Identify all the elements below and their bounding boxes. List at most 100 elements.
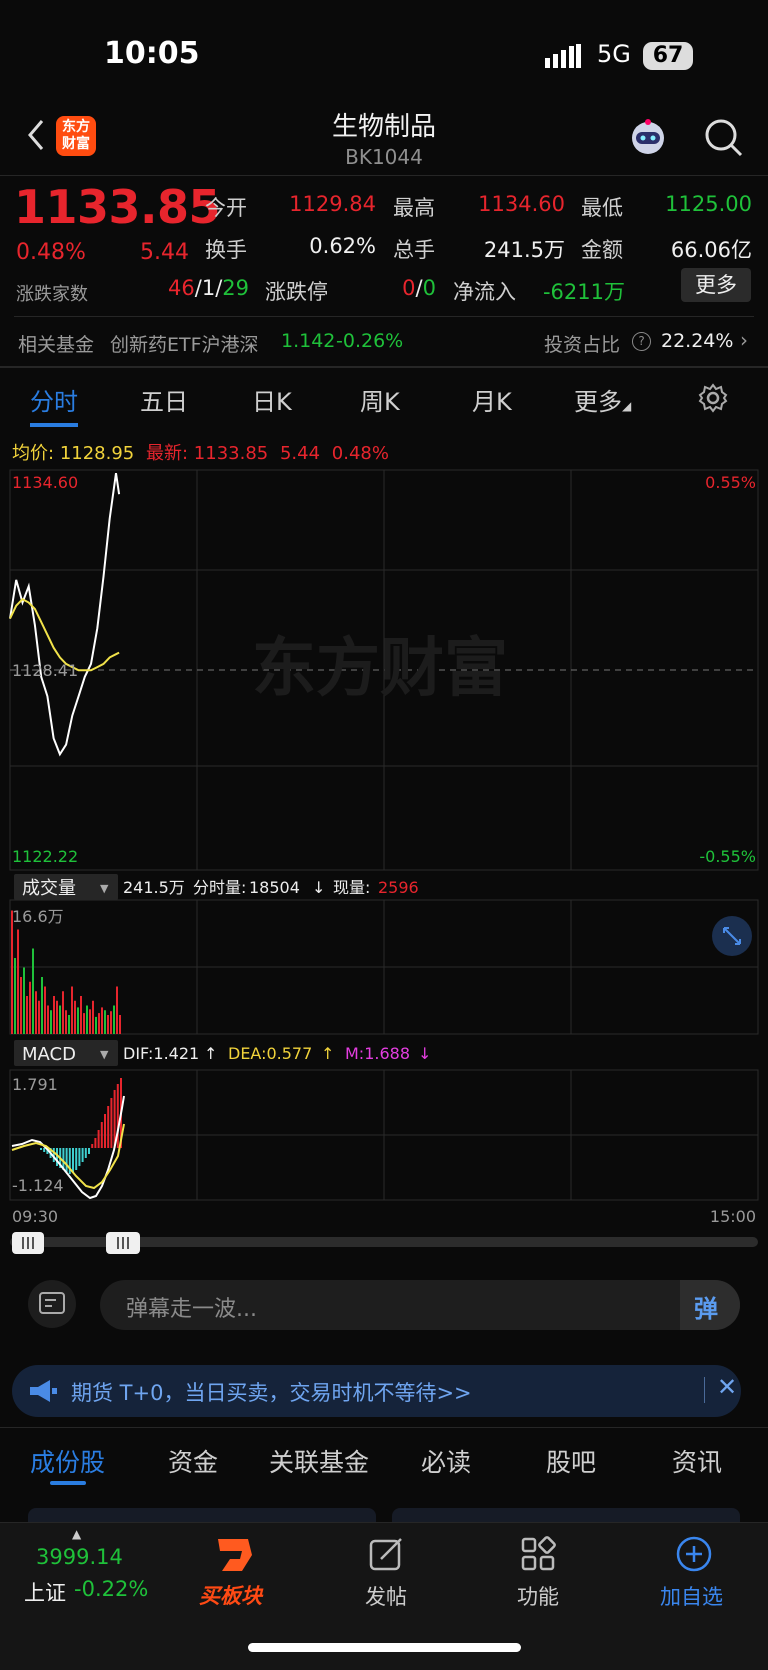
tab-stock-forum[interactable]: 股吧 bbox=[546, 1443, 596, 1479]
volume-bar bbox=[65, 1010, 67, 1034]
nav-buy-sector-label: 买板块 bbox=[199, 1584, 262, 1608]
close-icon[interactable]: ✕ bbox=[717, 1373, 737, 1401]
divider bbox=[0, 366, 768, 368]
volume-bar bbox=[92, 1000, 94, 1034]
volume-bar bbox=[56, 1000, 58, 1034]
grid-icon bbox=[521, 1536, 556, 1571]
volume-bar bbox=[119, 1015, 121, 1034]
netflow-value: -6211万 bbox=[542, 280, 625, 304]
field-label: 最低 bbox=[581, 196, 623, 220]
tab-news[interactable]: 资讯 bbox=[672, 1443, 722, 1479]
divider bbox=[704, 1377, 705, 1403]
pct-axis-bottom-label: -0.55% bbox=[699, 847, 756, 866]
volume-total: 241.5万 bbox=[123, 878, 185, 897]
field-label: 最高 bbox=[393, 196, 435, 220]
price-line bbox=[9, 473, 121, 757]
danmu-send-button[interactable]: 弹 bbox=[680, 1280, 740, 1330]
volume-bar bbox=[116, 986, 118, 1034]
intraday-chart[interactable]: 东方财富 1134.60 1128.41 1122.22 0.55% -0.55… bbox=[0, 464, 768, 1264]
tab-active-indicator bbox=[50, 1481, 86, 1485]
volume-bar bbox=[113, 1005, 115, 1034]
assistant-robot-icon[interactable] bbox=[626, 116, 670, 160]
related-fund-label: 相关基金 bbox=[18, 334, 95, 356]
volume-bar bbox=[50, 1010, 52, 1034]
tab-five-day[interactable]: 五日 bbox=[140, 382, 188, 417]
time-start-label: 09:30 bbox=[12, 1207, 58, 1226]
macd-bar bbox=[81, 1148, 84, 1162]
tab-intraday[interactable]: 分时 bbox=[30, 382, 78, 417]
limit-counts: 0/0 bbox=[402, 276, 436, 300]
invest-ratio-value: 22.24% bbox=[661, 330, 734, 352]
macd-bar bbox=[84, 1148, 87, 1158]
volume-bar bbox=[83, 1013, 85, 1034]
amount-value: 66.06亿 bbox=[670, 238, 752, 262]
network-type: 5G bbox=[597, 40, 631, 68]
tab-constituents[interactable]: 成份股 bbox=[30, 1443, 105, 1479]
y-axis-bottom-label: 1122.22 bbox=[12, 847, 78, 866]
volume-bar bbox=[59, 1005, 61, 1034]
tab-must-read[interactable]: 必读 bbox=[421, 1443, 471, 1479]
card-placeholder bbox=[392, 1508, 740, 1522]
tab-related-funds[interactable]: 关联基金 bbox=[269, 1443, 369, 1479]
settings-gear-icon[interactable] bbox=[697, 382, 729, 414]
tab-monthly-k[interactable]: 月K bbox=[472, 382, 512, 417]
volume-bar bbox=[74, 1000, 76, 1034]
nav-post[interactable]: 发帖 bbox=[352, 1533, 422, 1613]
tab-weekly-k[interactable]: 周K bbox=[360, 382, 400, 417]
macd-bar bbox=[75, 1148, 78, 1170]
help-icon[interactable]: ? bbox=[632, 332, 651, 351]
invest-ratio-label: 投资占比 bbox=[544, 334, 621, 356]
index-name[interactable]: 上证 bbox=[24, 1577, 66, 1607]
home-indicator bbox=[248, 1643, 521, 1652]
nav-functions[interactable]: 功能 bbox=[503, 1533, 573, 1613]
chart-info-line: 均价: 1128.95 最新: 1133.85 5.44 0.48% bbox=[12, 443, 389, 464]
macd-bar bbox=[110, 1098, 113, 1148]
volume-bar bbox=[86, 1005, 88, 1034]
danmu-input[interactable]: 弹幕走一波... bbox=[100, 1280, 740, 1330]
high-value: 1134.60 bbox=[478, 192, 565, 216]
volume-bar bbox=[95, 1016, 97, 1034]
macd-bottom-label: -1.124 bbox=[12, 1176, 64, 1195]
field-label: 总手 bbox=[393, 238, 435, 262]
tab-daily-k[interactable]: 日K bbox=[252, 382, 292, 417]
status-time: 10:05 bbox=[104, 36, 200, 71]
field-label: 金额 bbox=[581, 238, 623, 262]
danmu-list-button[interactable] bbox=[28, 1280, 76, 1328]
search-icon[interactable] bbox=[700, 114, 748, 162]
promo-banner[interactable]: 期货 T+0，当日买卖，交易时机不等待>> ✕ bbox=[12, 1365, 741, 1417]
index-change[interactable]: -0.22% bbox=[74, 1577, 148, 1601]
index-value[interactable]: 3999.14 bbox=[36, 1545, 123, 1569]
collapse-arrow-icon[interactable]: ▲ bbox=[72, 1527, 81, 1541]
macd-bar bbox=[40, 1148, 42, 1150]
divider bbox=[0, 175, 768, 176]
tab-funds-flow[interactable]: 资金 bbox=[168, 1443, 218, 1479]
chevron-right-icon: › bbox=[740, 328, 748, 352]
down-arrow-icon: ↓ bbox=[312, 878, 325, 897]
battery-indicator: 67 bbox=[643, 42, 693, 70]
megaphone-icon bbox=[30, 1380, 57, 1402]
macd-bar bbox=[97, 1130, 100, 1148]
macd-bar bbox=[65, 1148, 68, 1172]
more-button[interactable]: 更多 bbox=[681, 268, 751, 302]
signal-icon bbox=[545, 44, 581, 68]
volume-bar bbox=[14, 958, 16, 1034]
up-arrow-icon: ↑ bbox=[321, 1044, 334, 1063]
volume-bar bbox=[44, 986, 46, 1034]
nav-buy-sector[interactable]: 买板块 bbox=[195, 1533, 275, 1613]
danmu-placeholder: 弹幕走一波... bbox=[126, 1297, 257, 1322]
down-arrow-icon: ↓ bbox=[418, 1044, 431, 1063]
related-fund-row[interactable]: 相关基金 创新药ETF沪港深 1.142 -0.26% 投资占比 ? 22.24… bbox=[0, 318, 768, 364]
promo-text: 期货 T+0，当日买卖，交易时机不等待>> bbox=[71, 1381, 472, 1405]
current-volume-value: 2596 bbox=[378, 878, 419, 897]
nav-add-watchlist[interactable]: 加自选 bbox=[655, 1533, 735, 1613]
low-value: 1125.00 bbox=[665, 192, 752, 216]
volume-bar bbox=[77, 1007, 79, 1034]
volume-max-label: 16.6万 bbox=[12, 907, 64, 926]
adv-decline-label: 涨跌家数 bbox=[16, 284, 88, 305]
tab-more[interactable]: 更多◢ bbox=[574, 382, 631, 417]
pct-axis-top-label: 0.55% bbox=[705, 473, 756, 492]
adv-decline-counts: 46/1/29 bbox=[168, 276, 249, 300]
macd-selector-label: MACD bbox=[22, 1044, 76, 1065]
macd-bar bbox=[107, 1106, 110, 1148]
macd-bar bbox=[94, 1138, 97, 1148]
